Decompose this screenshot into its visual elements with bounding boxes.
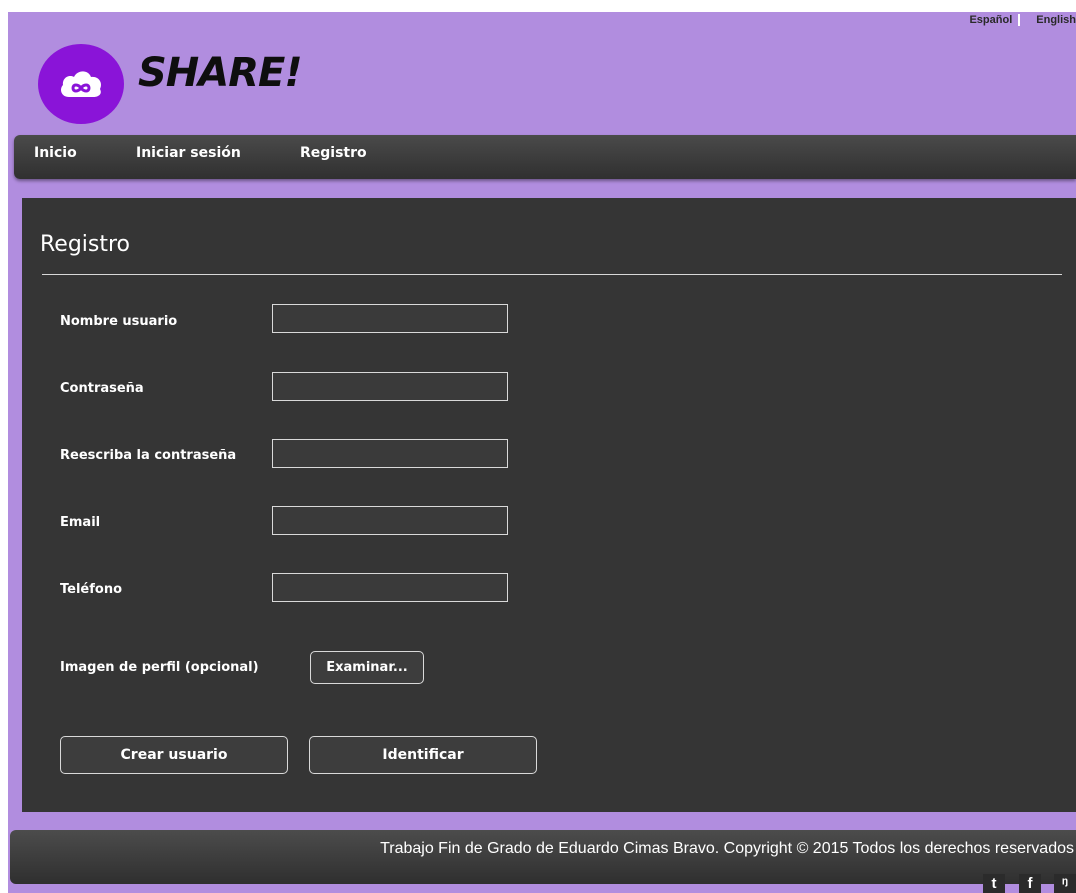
main-navigation: Inicio Iniciar sesión Registro [14,135,1076,179]
username-input[interactable] [272,304,508,333]
language-spanish-link[interactable]: Español [969,14,1012,26]
brand-name[interactable]: SHARE! [138,50,303,96]
title-divider [42,274,1062,275]
language-separator [1018,14,1021,26]
nav-item-iniciar-sesion[interactable]: Iniciar sesión [136,145,241,161]
facebook-icon[interactable]: f [1019,874,1041,893]
password-input[interactable] [272,372,508,401]
cloud-logo-icon[interactable] [38,44,124,124]
password-label: Contraseña [60,381,144,396]
twitter-glyph: t [991,875,997,892]
footer-copyright: Trabajo Fin de Grado de Eduardo Cimas Br… [380,840,1074,857]
profile-image-label: Imagen de perfil (opcional) [60,660,259,675]
rss-icon[interactable]: ᵑ [1054,874,1076,893]
phone-label: Teléfono [60,582,123,597]
language-selector: Español English [969,14,1076,26]
username-label: Nombre usuario [60,314,178,329]
confirm-password-label: Reescriba la contraseña [60,448,237,463]
confirm-password-input[interactable] [272,439,508,468]
email-input[interactable] [272,506,508,535]
language-english-link[interactable]: English [1036,14,1076,26]
page-title: Registro [40,232,131,257]
rss-glyph: ᵑ [1062,875,1068,892]
phone-input[interactable] [272,573,508,602]
registration-panel: Registro Nombre usuario Contraseña Reesc… [22,198,1076,812]
facebook-glyph: f [1027,875,1033,892]
nav-item-inicio[interactable]: Inicio [34,145,77,161]
nav-item-registro[interactable]: Registro [300,145,367,161]
twitter-icon[interactable]: t [983,874,1005,893]
email-label: Email [60,515,101,530]
identify-button[interactable]: Identificar [309,736,537,774]
browse-file-button[interactable]: Examinar... [310,651,424,684]
footer: Trabajo Fin de Grado de Eduardo Cimas Br… [10,830,1076,884]
create-user-button[interactable]: Crear usuario [60,736,288,774]
